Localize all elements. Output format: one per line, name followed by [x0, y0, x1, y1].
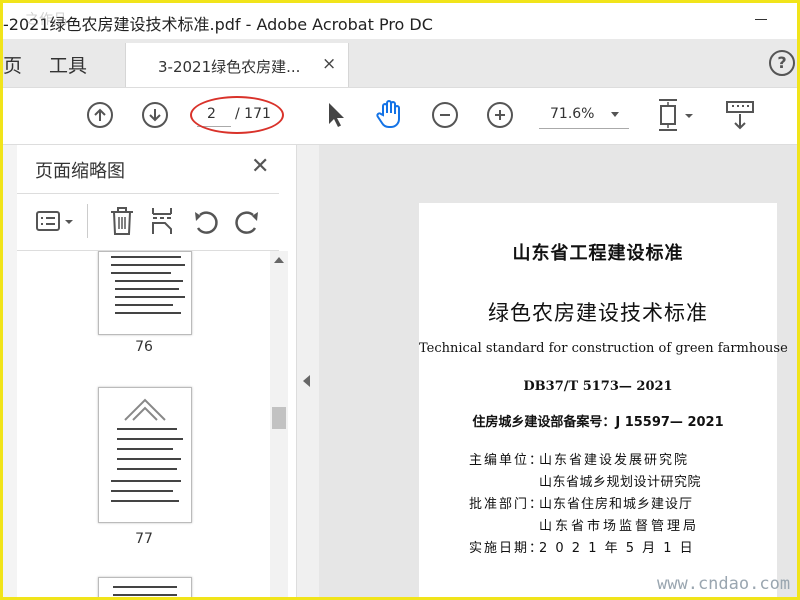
doc-code: DB37/T 5173— 2021 — [523, 379, 673, 394]
pane-title: 页面缩略图 — [35, 161, 125, 182]
toolbar-divider — [87, 204, 88, 238]
thumbnail-list: 76 77 — [17, 251, 269, 597]
thumbnail-number: 77 — [135, 531, 153, 547]
document-view[interactable]: 山东省工程建设标准 绿色农房建设技术标准 Technical standard … — [319, 145, 797, 597]
doc-approver-1: 山东省住房和城乡建设厅 — [539, 497, 694, 512]
toolbar: 2 / 171 71.6% — [3, 87, 797, 145]
hand-tool-icon[interactable] — [374, 98, 406, 130]
app-window: -2021绿色农房建设技术标准.pdf - Adobe Acrobat Pro … — [0, 0, 800, 600]
doc-editor-label: 主编单位： — [469, 453, 545, 468]
trash-icon[interactable] — [109, 206, 135, 236]
doc-title: 绿色农房建设技术标准 — [488, 301, 708, 325]
tab-document-label: 3-2021绿色农房建... — [158, 58, 301, 76]
doc-editor-2: 山东省城乡规划设计研究院 — [539, 475, 702, 490]
help-icon[interactable]: ? — [769, 50, 795, 76]
insert-page-icon[interactable] — [149, 206, 177, 236]
page-thumbnail[interactable] — [98, 251, 192, 335]
chevron-left-icon — [303, 375, 310, 387]
minus-icon — [440, 114, 450, 116]
side-strip — [3, 145, 18, 597]
title-bar: -2021绿色农房建设技术标准.pdf - Adobe Acrobat Pro … — [3, 3, 797, 39]
doc-date-label: 实施日期： — [469, 541, 545, 556]
tab-home[interactable]: 页 — [3, 51, 22, 78]
doc-record-number: 住房城乡建设部备案号：J 15597— 2021 — [472, 415, 724, 430]
doc-english-title: Technical standard for construction of g… — [419, 341, 788, 356]
watermark-top: 之作品 — [25, 12, 67, 28]
zoom-in-button[interactable] — [487, 102, 513, 128]
tab-bar: 页 工具 3-2021绿色农房建... × ? — [3, 39, 797, 87]
close-pane-icon[interactable]: ✕ — [251, 154, 269, 179]
scrollbar-thumb[interactable] — [272, 407, 286, 429]
zoom-value: 71.6% — [550, 106, 595, 122]
scroll-mode-icon[interactable] — [725, 100, 755, 132]
doc-editor-1: 山东省建设发展研究院 — [539, 453, 690, 468]
thumbnail-scrollbar[interactable] — [270, 251, 288, 597]
watermark-bottom: www.cndao.com — [657, 574, 791, 594]
select-cursor-icon[interactable] — [325, 100, 347, 130]
doc-heading: 山东省工程建设标准 — [512, 243, 684, 264]
scroll-up-icon[interactable] — [274, 257, 284, 263]
pane-collapse-handle[interactable] — [297, 145, 319, 597]
minimize-button[interactable] — [755, 19, 767, 20]
thumbnails-pane: 页面缩略图 ✕ 76 77 — [17, 145, 297, 597]
close-tab-icon[interactable]: × — [322, 54, 336, 74]
tab-document[interactable]: 3-2021绿色农房建... × — [125, 43, 349, 87]
doc-approver-2: 山东省市场监督管理局 — [539, 519, 700, 534]
fit-page-icon[interactable] — [655, 98, 701, 132]
rotate-clockwise-icon[interactable] — [233, 208, 261, 236]
window-title: -2021绿色农房建设技术标准.pdf - Adobe Acrobat Pro … — [3, 15, 433, 34]
document-page: 山东省工程建设标准 绿色农房建设技术标准 Technical standard … — [419, 203, 788, 597]
page-thumbnail[interactable] — [98, 387, 192, 523]
rotate-counterclockwise-icon[interactable] — [192, 208, 220, 236]
chevron-down-icon — [611, 112, 619, 117]
tab-tools[interactable]: 工具 — [49, 51, 87, 78]
previous-page-button[interactable] — [87, 102, 113, 128]
plus-icon — [495, 110, 505, 120]
annotation-oval — [190, 96, 284, 134]
page-thumbnail[interactable] — [98, 577, 192, 597]
next-page-button[interactable] — [142, 102, 168, 128]
arrow-up-icon — [94, 108, 106, 121]
doc-date: 2 0 2 1 年 5 月 1 日 — [539, 541, 695, 556]
thumbnail-figure — [124, 398, 166, 421]
arrow-down-icon — [149, 109, 161, 122]
options-menu-icon[interactable] — [35, 210, 77, 234]
pane-toolbar — [17, 193, 279, 251]
zoom-out-button[interactable] — [432, 102, 458, 128]
doc-approver-label: 批准部门： — [469, 497, 545, 512]
zoom-dropdown[interactable]: 71.6% — [539, 104, 629, 129]
thumbnail-number: 76 — [135, 339, 153, 355]
